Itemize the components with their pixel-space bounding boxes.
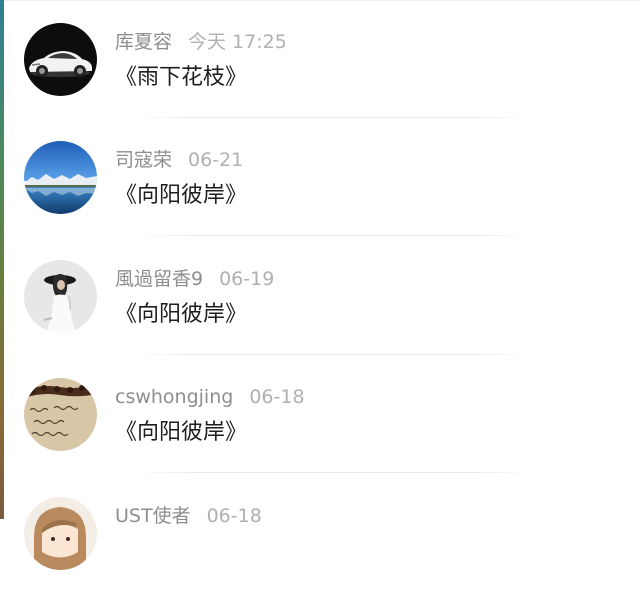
cartoon-girl-avatar[interactable] <box>24 497 97 570</box>
username[interactable]: cswhongjing <box>115 386 233 408</box>
username[interactable]: UST使者 <box>115 505 191 527</box>
comment-text[interactable]: 《向阳彼岸》 <box>115 180 247 212</box>
comment-list: 库夏容 今天 17:25 《雨下花枝》 司寇荣 06-21 《向阳彼岸》 風過留… <box>0 0 640 570</box>
mountain-lake-avatar[interactable] <box>24 141 97 214</box>
timestamp: 06-21 <box>188 149 244 171</box>
comment-item: 司寇荣 06-21 《向阳彼岸》 <box>0 118 640 236</box>
comment-item: 库夏容 今天 17:25 《雨下花枝》 <box>0 0 640 118</box>
username[interactable]: 風過留香9 <box>115 268 203 290</box>
timestamp: 今天 17:25 <box>188 31 287 53</box>
comment-text[interactable]: 《雨下花枝》 <box>115 62 247 94</box>
timestamp: 06-19 <box>219 268 275 290</box>
comment-item: UST使者 06-18 <box>0 474 640 592</box>
username[interactable]: 库夏容 <box>115 31 172 53</box>
sports-car-avatar[interactable] <box>24 23 97 96</box>
comment-text[interactable]: 《向阳彼岸》 <box>115 417 247 449</box>
username[interactable]: 司寇荣 <box>115 149 172 171</box>
comment-item: cswhongjing 06-18 《向阳彼岸》 <box>0 355 640 473</box>
timestamp: 06-18 <box>249 386 305 408</box>
item-divider <box>134 472 534 473</box>
handwritten-note-avatar[interactable] <box>24 378 97 451</box>
comment-text[interactable]: 《向阳彼岸》 <box>115 299 247 331</box>
timestamp: 06-18 <box>206 505 262 527</box>
comment-item: 風過留香9 06-19 《向阳彼岸》 <box>0 237 640 355</box>
item-divider <box>134 235 534 236</box>
girl-portrait-avatar[interactable] <box>24 260 97 333</box>
